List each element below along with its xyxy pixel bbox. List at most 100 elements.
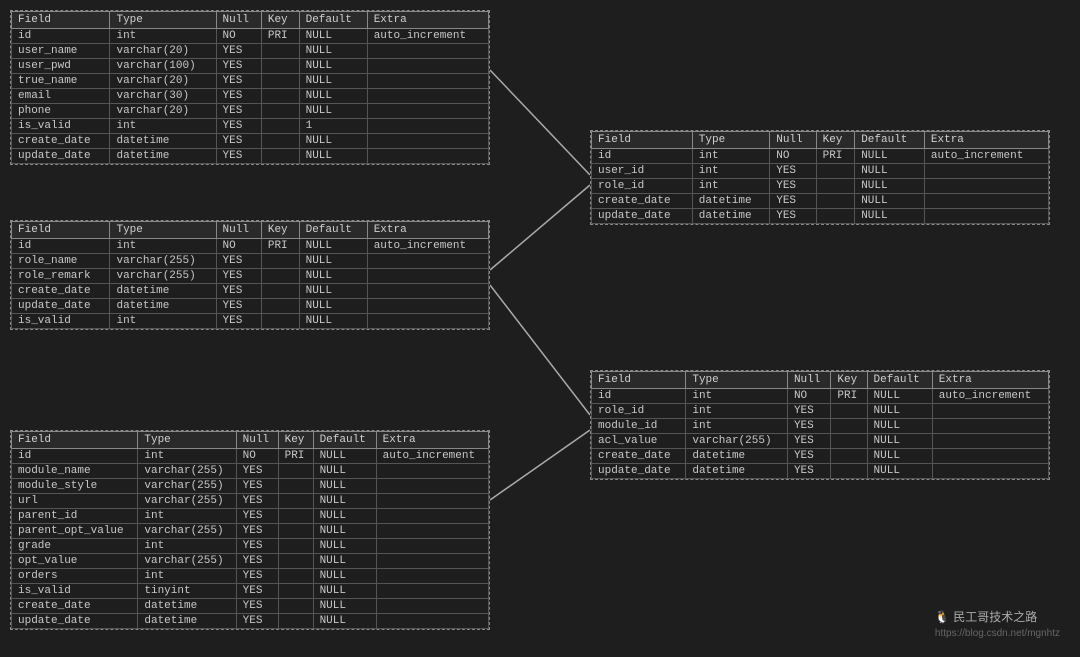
table-row: idintNOPRINULLauto_increment [592,389,1049,404]
table-cell [831,419,867,434]
table-cell: NULL [855,149,925,164]
table-row: opt_valuevarchar(255)YESNULL [12,554,489,569]
table-cell: auto_increment [376,449,488,464]
table-cell [367,149,488,164]
table-cell: int [138,509,236,524]
table-cell: int [686,419,788,434]
table-cell [816,194,855,209]
table-cell: NULL [313,509,376,524]
col-default: Default [313,432,376,449]
table-cell [816,179,855,194]
table-cell: NULL [299,74,367,89]
table-cell [376,599,488,614]
table-cell: NULL [867,389,932,404]
table-row: user_namevarchar(20)YES NULL [12,44,489,59]
table-cell [376,569,488,584]
table-cell: id [592,389,686,404]
table-cell: create_date [592,449,686,464]
table-cell [367,119,488,134]
table-cell: YES [216,134,261,149]
table-cell [367,59,488,74]
table-cell: NULL [299,29,367,44]
table-cell: YES [216,89,261,104]
table-cell: YES [216,269,261,284]
table-cell: NULL [299,299,367,314]
table-cell: int [110,29,216,44]
table-cell [924,209,1048,224]
table-cell: module_name [12,464,138,479]
table-users: Field Type Null Key Default Extra idintN… [10,10,490,165]
table-row: emailvarchar(30)YESNULL [12,89,489,104]
table-cell: YES [216,104,261,119]
table-row: create_datedatetimeYESNULL [12,284,489,299]
table-cell: YES [787,434,830,449]
table-row: is_validintYES1 [12,119,489,134]
table-cell: url [12,494,138,509]
table-cell: int [686,389,788,404]
table-cell: id [592,149,693,164]
table-cell: YES [236,524,278,539]
table-cell [278,554,313,569]
table-cell: NULL [299,44,367,59]
table-cell: int [138,569,236,584]
table-cell [278,539,313,554]
table-cell: varchar(20) [110,44,216,59]
watermark: 🐧 民工哥技术之路 https://blog.csdn.net/mgnhtz [935,608,1060,639]
table-cell: user_name [12,44,110,59]
watermark-text: 民工哥技术之路 [953,610,1037,624]
table-cell: YES [216,44,261,59]
table-cell: YES [216,314,261,329]
table-cell [261,284,299,299]
table-cell: NULL [313,464,376,479]
table-cell: update_date [12,614,138,629]
table-cell [376,539,488,554]
table-cell: NULL [855,209,925,224]
col-extra: Extra [367,222,488,239]
table-cell: int [138,539,236,554]
col-type: Type [692,132,769,149]
table-cell [261,149,299,164]
table-cell: NULL [867,449,932,464]
col-type: Type [138,432,236,449]
table-row: true_namevarchar(20)YESNULL [12,74,489,89]
table-cell: user_id [592,164,693,179]
table-cell [932,434,1048,449]
table-cell: NULL [299,314,367,329]
table-cell [376,494,488,509]
table-cell: varchar(100) [110,59,216,74]
col-field: Field [12,432,138,449]
col-key: Key [816,132,855,149]
table-cell: YES [236,599,278,614]
table-cell: YES [770,164,816,179]
table-cell [376,464,488,479]
table-cell: YES [236,494,278,509]
table-cell [816,164,855,179]
col-type: Type [110,222,216,239]
table-row: update_datedatetimeYESNULL [12,299,489,314]
table-cell: NULL [313,494,376,509]
table-cell: id [12,449,138,464]
col-extra: Extra [932,372,1048,389]
table-row: idintNOPRINULLauto_increment [12,239,489,254]
table-cell: varchar(255) [138,554,236,569]
col-extra: Extra [924,132,1048,149]
table-cell [278,509,313,524]
table-cell: YES [236,539,278,554]
table-cell: update_date [592,464,686,479]
table-cell: role_id [592,179,693,194]
table-cell [924,164,1048,179]
table-cell: acl_value [592,434,686,449]
table-cell: NO [787,389,830,404]
col-extra: Extra [376,432,488,449]
table-cell [376,479,488,494]
table-cell: NULL [313,524,376,539]
table-cell: PRI [261,29,299,44]
table-cell [831,434,867,449]
table-cell: email [12,89,110,104]
table-cell: module_style [12,479,138,494]
table-cell [367,74,488,89]
col-default: Default [299,12,367,29]
table-cell: YES [216,149,261,164]
table-row: role_idintYESNULL [592,404,1049,419]
table-cell: YES [216,74,261,89]
